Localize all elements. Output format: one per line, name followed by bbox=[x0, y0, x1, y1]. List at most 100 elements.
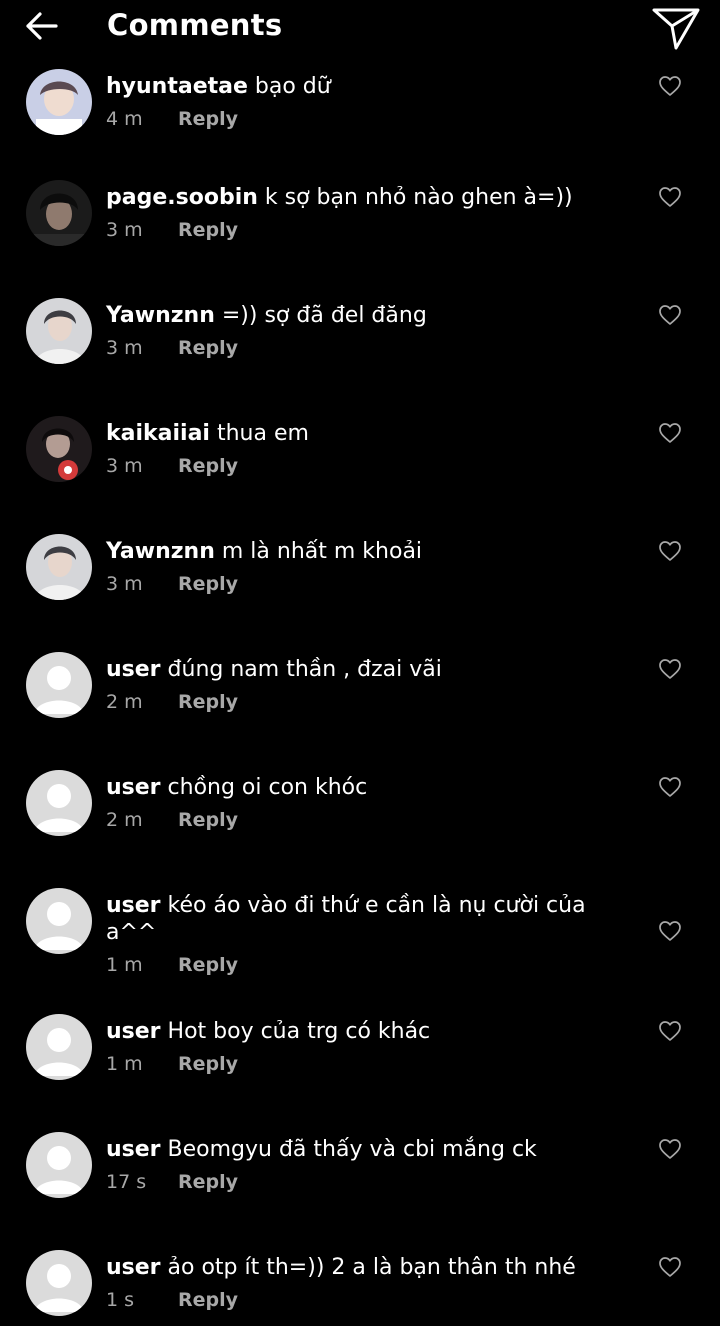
comment-text-line: page.soobin k sợ bạn nhỏ nào ghen à=)) bbox=[106, 184, 606, 211]
comment-text-line: hyuntaetae bạo dữ bbox=[106, 73, 606, 100]
comment-username[interactable]: Yawnznn bbox=[106, 303, 215, 328]
avatar[interactable] bbox=[26, 1132, 92, 1198]
like-button[interactable] bbox=[658, 775, 682, 799]
comment-body: =)) sợ đã đel đăng bbox=[221, 303, 427, 328]
heart-icon bbox=[659, 187, 681, 207]
comment-username[interactable]: user bbox=[106, 657, 161, 682]
comment-list: hyuntaetae bạo dữ 4 m Reply page.soobin k s… bbox=[0, 0, 720, 1326]
avatar[interactable] bbox=[26, 69, 92, 135]
comment-meta: 4 m Reply bbox=[106, 108, 238, 130]
like-button[interactable] bbox=[658, 1255, 682, 1279]
reply-button[interactable]: Reply bbox=[178, 455, 238, 477]
like-button[interactable] bbox=[658, 539, 682, 563]
reply-button[interactable]: Reply bbox=[178, 108, 238, 130]
comment-text-line: user đúng nam thần , đzai vãi bbox=[106, 656, 606, 683]
comment-timestamp: 17 s bbox=[106, 1171, 147, 1193]
comment-meta: 3 m Reply bbox=[106, 337, 238, 359]
heart-icon bbox=[659, 659, 681, 679]
avatar[interactable] bbox=[26, 1014, 92, 1080]
comment-body: bạo dữ bbox=[254, 74, 331, 99]
comment-timestamp: 3 m bbox=[106, 219, 143, 241]
comment-body: chồng oi con khóc bbox=[167, 775, 368, 800]
comment-timestamp: 1 s bbox=[106, 1289, 135, 1311]
like-button[interactable] bbox=[658, 421, 682, 445]
comment-meta: 1 s Reply bbox=[106, 1289, 238, 1311]
comment-timestamp: 2 m bbox=[106, 809, 143, 831]
like-button[interactable] bbox=[658, 185, 682, 209]
avatar[interactable] bbox=[26, 534, 92, 600]
like-button[interactable] bbox=[658, 657, 682, 681]
like-button[interactable] bbox=[658, 1019, 682, 1043]
comment-text-line: user Beomgyu đã thấy và cbi mắng ck bbox=[106, 1136, 606, 1163]
reply-button[interactable]: Reply bbox=[178, 809, 238, 831]
reply-button[interactable]: Reply bbox=[178, 1053, 238, 1075]
comment-username[interactable]: page.soobin bbox=[106, 185, 258, 210]
comment-username[interactable]: user bbox=[106, 775, 161, 800]
share-button[interactable] bbox=[650, 4, 702, 52]
page-title: Comments bbox=[107, 8, 283, 42]
reply-button[interactable]: Reply bbox=[178, 573, 238, 595]
comment-body: kéo áo vào đi thứ e cần là nụ cười của a… bbox=[106, 893, 586, 945]
avatar[interactable] bbox=[26, 652, 92, 718]
comment-meta: 2 m Reply bbox=[106, 809, 238, 831]
comment-timestamp: 3 m bbox=[106, 337, 143, 359]
avatar[interactable] bbox=[26, 180, 92, 246]
comment-body: m là nhất m khoải bbox=[221, 539, 423, 564]
comment-username[interactable]: hyuntaetae bbox=[106, 74, 248, 99]
comment-username[interactable]: kaikaiiai bbox=[106, 421, 210, 446]
comment-timestamp: 4 m bbox=[106, 108, 143, 130]
comment-body: thua em bbox=[216, 421, 309, 446]
comment-text-line: kaikaiiai thua em bbox=[106, 420, 606, 447]
reply-button[interactable]: Reply bbox=[178, 337, 238, 359]
avatar[interactable] bbox=[26, 1250, 92, 1316]
avatar[interactable] bbox=[26, 888, 92, 954]
comment-body: đúng nam thần , đzai vãi bbox=[167, 657, 442, 682]
avatar[interactable] bbox=[26, 416, 92, 482]
comment-username[interactable]: user bbox=[106, 1255, 161, 1280]
heart-icon bbox=[659, 921, 681, 941]
heart-icon bbox=[659, 1021, 681, 1041]
comment-username[interactable]: user bbox=[106, 893, 161, 918]
heart-icon bbox=[659, 305, 681, 325]
heart-icon bbox=[659, 1139, 681, 1159]
comment-body: ảo otp ít th=)) 2 a là bạn thân th nhé bbox=[167, 1255, 576, 1280]
comment-timestamp: 2 m bbox=[106, 691, 143, 713]
comment-text-line: user ảo otp ít th=)) 2 a là bạn thân th … bbox=[106, 1254, 606, 1281]
comment-meta: 2 m Reply bbox=[106, 691, 238, 713]
avatar[interactable] bbox=[26, 770, 92, 836]
comment-meta: 3 m Reply bbox=[106, 455, 238, 477]
reply-button[interactable]: Reply bbox=[178, 691, 238, 713]
comment-text-line: user Hot boy của trg có khác bbox=[106, 1018, 606, 1045]
comment-body: k sợ bạn nhỏ nào ghen à=)) bbox=[264, 185, 573, 210]
avatar[interactable] bbox=[26, 298, 92, 364]
reply-button[interactable]: Reply bbox=[178, 954, 238, 976]
comment-username[interactable]: user bbox=[106, 1019, 161, 1044]
back-button[interactable] bbox=[22, 8, 62, 44]
paper-plane-icon bbox=[652, 8, 700, 50]
like-button[interactable] bbox=[658, 919, 682, 943]
heart-icon bbox=[659, 541, 681, 561]
reply-button[interactable]: Reply bbox=[178, 1171, 238, 1193]
comment-meta: 1 m Reply bbox=[106, 954, 238, 976]
comment-text-line: Yawnznn =)) sợ đã đel đăng bbox=[106, 302, 606, 329]
comment-username[interactable]: user bbox=[106, 1137, 161, 1162]
arrow-left-icon bbox=[26, 12, 58, 40]
reply-button[interactable]: Reply bbox=[178, 1289, 238, 1311]
comment-timestamp: 1 m bbox=[106, 1053, 143, 1075]
comment-body: Hot boy của trg có khác bbox=[167, 1019, 431, 1044]
comment-timestamp: 3 m bbox=[106, 455, 143, 477]
like-button[interactable] bbox=[658, 74, 682, 98]
like-button[interactable] bbox=[658, 303, 682, 327]
comment-meta: 1 m Reply bbox=[106, 1053, 238, 1075]
comment-body: Beomgyu đã thấy và cbi mắng ck bbox=[167, 1137, 537, 1162]
header-bar: Comments bbox=[0, 0, 720, 60]
comment-meta: 3 m Reply bbox=[106, 573, 238, 595]
heart-icon bbox=[659, 1257, 681, 1277]
like-button[interactable] bbox=[658, 1137, 682, 1161]
comment-text-line: user chồng oi con khóc bbox=[106, 774, 606, 801]
comment-username[interactable]: Yawnznn bbox=[106, 539, 215, 564]
reply-button[interactable]: Reply bbox=[178, 219, 238, 241]
comment-text-line: Yawnznn m là nhất m khoải bbox=[106, 538, 606, 565]
comment-text-line: user kéo áo vào đi thứ e cần là nụ cười … bbox=[106, 892, 606, 946]
comment-timestamp: 3 m bbox=[106, 573, 143, 595]
